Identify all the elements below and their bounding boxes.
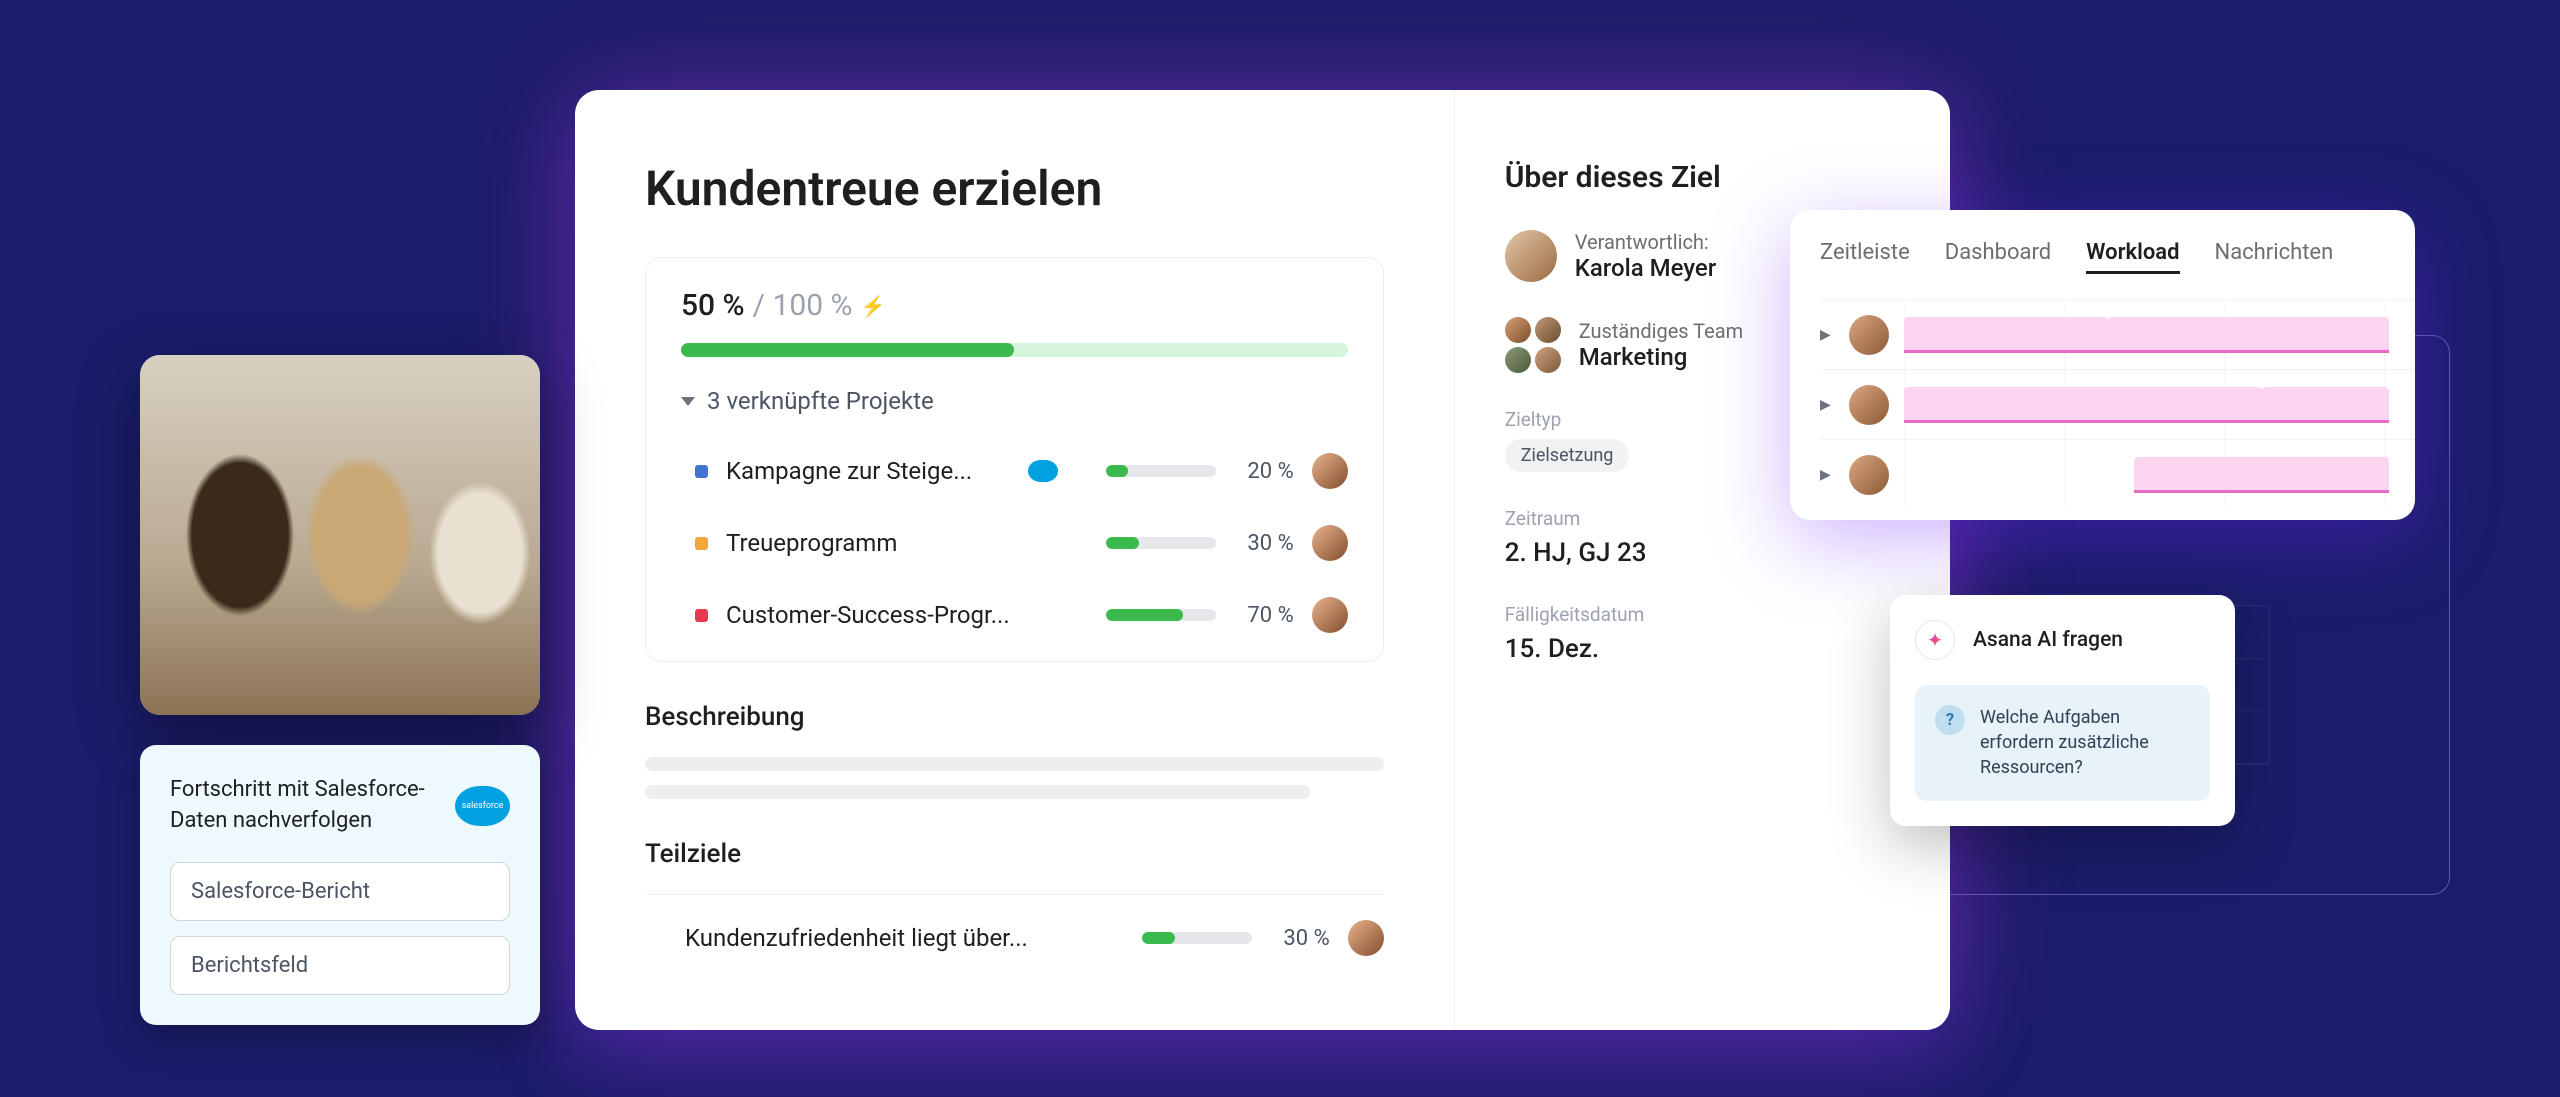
team-avatars — [1505, 317, 1561, 373]
project-name: Treueprogramm — [726, 529, 1010, 557]
subgoal-progress-bar — [1142, 932, 1252, 944]
progress-fill — [681, 343, 1014, 357]
progress-total: / 100 % — [753, 288, 853, 323]
project-percent: 20 % — [1234, 459, 1294, 484]
workload-track — [1904, 440, 2415, 509]
subgoal-name: Kundenzufriedenheit liegt über... — [685, 924, 1124, 952]
salesforce-title: Fortschritt mit Salesforce-Daten nachver… — [170, 775, 435, 837]
ai-card: ✦ Asana AI fragen ? Welche Aufgaben erfo… — [1890, 595, 2235, 826]
workload-bar — [2262, 387, 2390, 423]
progress-bar — [681, 343, 1348, 357]
workload-track — [1904, 300, 2415, 369]
team-name: Marketing — [1579, 343, 1743, 371]
meeting-photo — [140, 355, 540, 715]
assignee-avatar — [1312, 597, 1348, 633]
workload-track — [1904, 370, 2415, 439]
user-avatar — [1849, 315, 1889, 355]
progress-card: 50 % / 100 % ⚡ 3 verknüpfte Projekte Kam… — [645, 257, 1384, 662]
description-placeholder — [645, 757, 1384, 771]
salesforce-report-input[interactable]: Salesforce-Bericht — [170, 862, 510, 921]
question-icon: ? — [1935, 705, 1965, 735]
project-row[interactable]: Kampagne zur Steige... 20 % — [681, 435, 1348, 507]
workload-panel: Zeitleiste Dashboard Workload Nachrichten ▶… — [1790, 210, 2415, 520]
user-avatar — [1849, 385, 1889, 425]
sparkle-icon: ✦ — [1915, 620, 1955, 660]
goal-title: Kundentreue erzielen — [645, 160, 1384, 217]
owner-label: Verantwortlich: — [1575, 230, 1717, 254]
tab-zeitleiste[interactable]: Zeitleiste — [1820, 240, 1910, 274]
progress-heading: 50 % / 100 % ⚡ — [681, 288, 1348, 323]
due-label: Fälligkeitsdatum — [1505, 603, 1880, 626]
period-value: 2. HJ, GJ 23 — [1505, 538, 1880, 568]
project-name: Customer-Success-Progr... — [726, 601, 1010, 629]
linked-projects-label: 3 verknüpfte Projekte — [707, 387, 934, 415]
assignee-avatar — [1348, 920, 1384, 956]
project-row[interactable]: Treueprogramm 30 % — [681, 507, 1348, 579]
workload-bar — [1904, 317, 2108, 353]
ai-question-text: Welche Aufgaben erfordern zusätzliche Re… — [1980, 705, 2190, 781]
workload-bar — [2108, 317, 2389, 353]
salesforce-icon: salesforce — [455, 786, 510, 826]
workload-bar — [2134, 457, 2390, 493]
tab-dashboard[interactable]: Dashboard — [1945, 240, 2051, 274]
progress-value: 50 % — [681, 288, 745, 323]
owner-avatar — [1505, 230, 1557, 282]
user-avatar — [1849, 455, 1889, 495]
ai-title[interactable]: Asana AI fragen — [1973, 628, 2123, 652]
description-heading: Beschreibung — [645, 702, 1384, 732]
workload-row[interactable]: ▶ — [1820, 369, 2415, 439]
owner-name: Karola Meyer — [1575, 254, 1717, 282]
workload-row[interactable]: ▶ — [1820, 439, 2415, 509]
linked-projects-toggle[interactable]: 3 verknüpfte Projekte — [681, 387, 1348, 415]
project-name: Kampagne zur Steige... — [726, 457, 1010, 485]
project-progress-bar — [1106, 609, 1216, 621]
expand-icon[interactable]: ▶ — [1820, 467, 1834, 483]
project-color-icon — [695, 465, 708, 478]
description-placeholder — [645, 785, 1310, 799]
team-label: Zuständiges Team — [1579, 319, 1743, 343]
lightning-icon: ⚡ — [860, 294, 885, 318]
salesforce-icon — [1028, 460, 1058, 482]
about-heading: Über dieses Ziel — [1505, 160, 1880, 195]
goal-type-value: Zielsetzung — [1505, 439, 1630, 472]
tab-workload[interactable]: Workload — [2086, 240, 2179, 274]
project-color-icon — [695, 609, 708, 622]
tab-nachrichten[interactable]: Nachrichten — [2215, 240, 2334, 274]
subgoals-heading: Teilziele — [645, 839, 1384, 869]
project-percent: 70 % — [1234, 603, 1294, 628]
project-percent: 30 % — [1234, 531, 1294, 556]
project-row[interactable]: Customer-Success-Progr... 70 % — [681, 579, 1348, 651]
expand-icon[interactable]: ▶ — [1820, 397, 1834, 413]
subgoal-percent: 30 % — [1270, 926, 1330, 951]
caret-down-icon — [681, 397, 695, 406]
salesforce-field-input[interactable]: Berichtsfeld — [170, 936, 510, 995]
subgoal-row[interactable]: Kundenzufriedenheit liegt über... 30 % — [645, 894, 1384, 981]
goal-panel: Kundentreue erzielen 50 % / 100 % ⚡ 3 ve… — [575, 90, 1950, 1030]
project-progress-bar — [1106, 537, 1216, 549]
workload-tabs: Zeitleiste Dashboard Workload Nachrichten — [1820, 240, 2415, 274]
project-progress-bar — [1106, 465, 1216, 477]
due-value: 15. Dez. — [1505, 634, 1880, 664]
project-color-icon — [695, 537, 708, 550]
salesforce-card: Fortschritt mit Salesforce-Daten nachver… — [140, 745, 540, 1025]
assignee-avatar — [1312, 453, 1348, 489]
workload-bar — [1904, 387, 2262, 423]
expand-icon[interactable]: ▶ — [1820, 327, 1834, 343]
ai-suggestion[interactable]: ? Welche Aufgaben erfordern zusätzliche … — [1915, 685, 2210, 801]
assignee-avatar — [1312, 525, 1348, 561]
workload-row[interactable]: ▶ — [1820, 299, 2415, 369]
